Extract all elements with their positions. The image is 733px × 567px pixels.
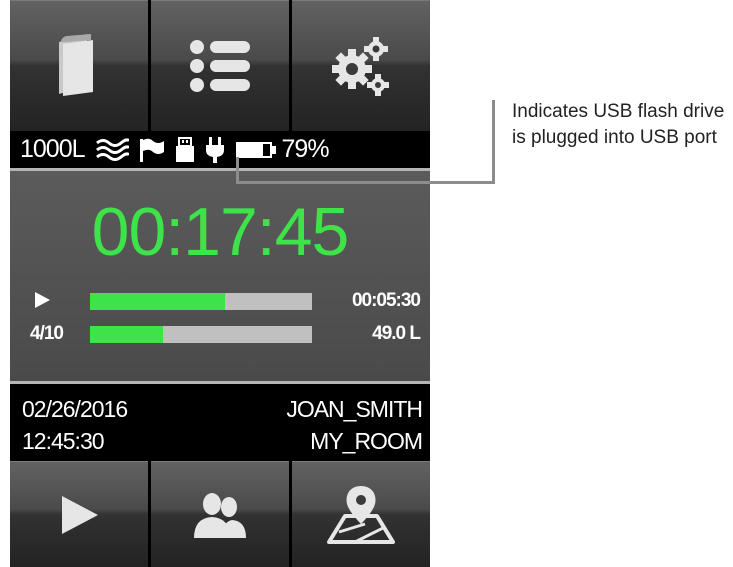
sample-progress-row: 4/10 49.0 L — [10, 319, 430, 349]
usb-icon — [175, 136, 195, 163]
location-name: MY_ROOM — [310, 428, 423, 454]
bottom-toolbar — [10, 461, 430, 567]
airflow-icon — [95, 137, 129, 163]
run-panel: 00:17:45 00:05:30 4/10 49.0 L — [10, 168, 430, 381]
top-toolbar — [10, 0, 430, 131]
callout-leader-vertical — [492, 100, 495, 184]
info-panel: 02/26/2016 12:45:30 JOAN_SMITH MY_ROOM — [10, 381, 430, 461]
users-icon — [194, 492, 246, 538]
menu-list-button[interactable] — [151, 0, 289, 131]
list-icon — [190, 40, 250, 92]
battery-percent: 79% — [281, 135, 330, 163]
sample-volume: 49.0 L — [372, 323, 421, 344]
usb-callout-text: Indicates USB flash drive is plugged int… — [512, 101, 725, 148]
user-name: JOAN_SMITH — [286, 396, 423, 422]
users-button[interactable] — [151, 461, 289, 567]
status-bar: 1000L 79% — [10, 131, 430, 168]
location-button[interactable] — [292, 461, 430, 567]
sample-count: 4/10 — [30, 323, 64, 344]
sample-progress-fill — [90, 326, 164, 343]
gears-icon — [332, 37, 389, 96]
elapsed-timer: 00:17:45 — [91, 194, 350, 270]
time-progress-bar — [90, 293, 312, 310]
callout-leader-horizontal — [236, 181, 495, 184]
sample-progress-bar — [90, 326, 312, 343]
start-button[interactable] — [10, 461, 148, 567]
power-plug-icon — [205, 136, 225, 164]
battery-icon — [235, 140, 277, 160]
manual-button[interactable] — [10, 0, 148, 131]
device-screen: 1000L 79% 00:17:45 00:05:30 4/10 49.0 L … — [10, 0, 430, 567]
date-readout: 02/26/2016 — [22, 396, 128, 422]
settings-button[interactable] — [292, 0, 430, 131]
map-location-icon — [327, 485, 395, 544]
volume-readout: 1000L — [20, 135, 86, 163]
sample-time: 00:05:30 — [351, 290, 421, 311]
callout-leader-stub — [236, 157, 239, 184]
play-indicator-icon — [30, 290, 52, 316]
flag-icon — [139, 137, 165, 163]
play-icon — [62, 495, 98, 534]
book-icon — [59, 34, 93, 96]
time-progress-fill — [90, 293, 226, 310]
time-readout: 12:45:30 — [22, 428, 105, 454]
time-progress-row: 00:05:30 — [10, 286, 430, 316]
